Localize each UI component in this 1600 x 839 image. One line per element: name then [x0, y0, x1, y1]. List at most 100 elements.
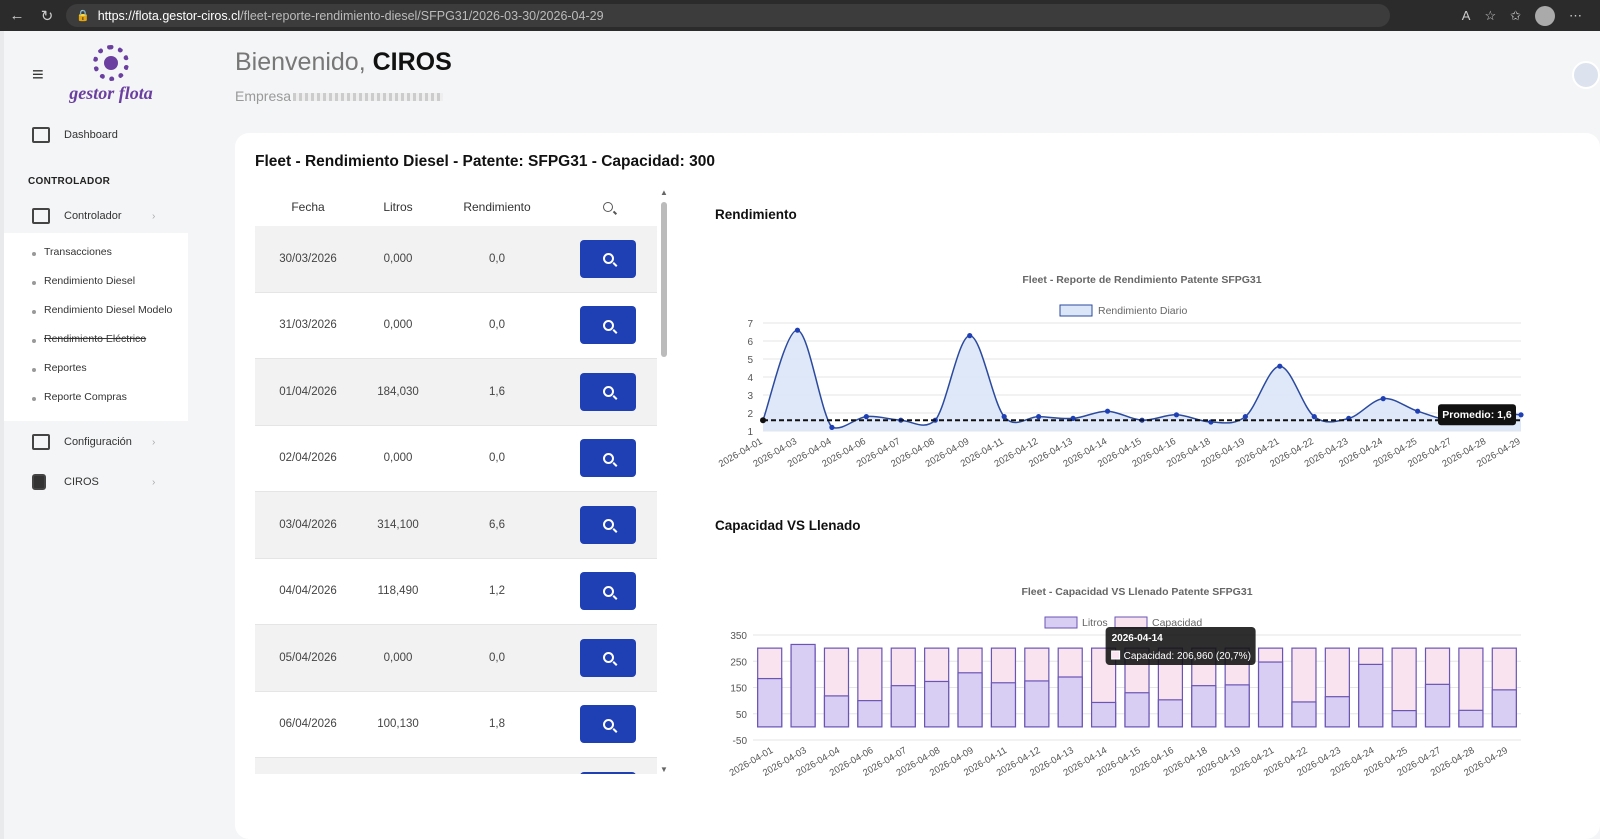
y-tick-label: 5	[747, 355, 753, 366]
submenu-rendimiento-diesel[interactable]: Rendimiento Diesel	[31, 275, 135, 287]
row-search-button[interactable]	[580, 572, 636, 611]
sidebar-item-ciros[interactable]: CIROS ›	[32, 474, 155, 490]
bar-litros	[1391, 710, 1417, 728]
bar-litros	[823, 695, 850, 728]
data-point	[967, 333, 973, 339]
cell-fecha: 01/04/2026	[279, 385, 337, 398]
row-search-button[interactable]	[580, 439, 636, 478]
col-header-litros[interactable]: Litros	[361, 200, 435, 214]
table-scrollbar[interactable]: ▲ ▼	[659, 188, 669, 774]
bar-litros	[1257, 661, 1284, 728]
table-body: 30/03/2026 0,000 0,0 31/03/2026 0,000 0,0 01/0…	[255, 226, 657, 774]
row-search-button[interactable]	[580, 638, 636, 677]
cell-rendimiento: 6,6	[489, 518, 505, 531]
tooltip-swatch	[1111, 650, 1121, 660]
profile-icon[interactable]	[1535, 5, 1555, 26]
scroll-up-icon[interactable]: ▲	[660, 188, 668, 197]
search-icon	[603, 202, 613, 212]
row-search-button[interactable]	[580, 239, 636, 278]
user-avatar[interactable]	[1572, 61, 1600, 89]
cell-rendimiento: 0,0	[489, 452, 505, 465]
cell-litros: 118,490	[377, 585, 419, 598]
more-icon[interactable]: ⋯	[1569, 8, 1582, 24]
cell-litros: 100,130	[377, 718, 419, 731]
sidebar-item-controlador[interactable]: Controlador ›	[32, 208, 155, 224]
hamburger-menu-icon[interactable]: ≡	[32, 64, 44, 87]
scroll-thumb[interactable]	[661, 202, 667, 357]
bar-litros	[1024, 680, 1050, 728]
read-aloud-icon[interactable]: A	[1462, 8, 1471, 23]
submenu-reporte-compras[interactable]: Reporte Compras	[32, 391, 127, 403]
row-search-button[interactable]	[580, 705, 636, 744]
capacidad-section-title: Capacidad VS Llenado	[715, 518, 861, 533]
table-row: 30/03/2026 0,000 0,0	[255, 226, 657, 293]
row-search-button[interactable]	[580, 505, 636, 544]
back-icon[interactable]: ←	[2, 7, 32, 24]
table-header: Fecha Litros Rendimiento	[255, 188, 657, 226]
rendimiento-chart[interactable]: Fleet - Reporte de Rendimiento Patente S…	[715, 263, 1545, 478]
table-row: 01/04/2026 184,030 1,6	[255, 359, 657, 426]
sidebar-item-dashboard[interactable]: Dashboard	[32, 127, 118, 143]
cell-rendimiento: 1,2	[489, 585, 505, 598]
chart-title: Fleet - Capacidad VS Llenado Patente SFP…	[1021, 586, 1252, 598]
bar-litros	[924, 680, 950, 728]
row-search-button[interactable]	[580, 771, 636, 774]
chevron-right-icon: ›	[152, 210, 156, 222]
sidebar-item-label: CIROS	[64, 476, 99, 488]
average-marker	[760, 417, 766, 424]
search-icon	[602, 652, 614, 664]
bar-litros	[1491, 689, 1517, 728]
row-search-button[interactable]	[580, 306, 636, 345]
data-point	[1518, 412, 1524, 418]
table-row: 06/04/2026 100,130 1,8	[255, 692, 657, 758]
logo[interactable]: gestor flota	[66, 45, 156, 104]
url-path: /fleet-reporte-rendimiento-diesel/SFPG31…	[240, 8, 604, 23]
search-icon	[602, 319, 614, 331]
table-row: 31/03/2026 0,000 0,0	[255, 293, 657, 359]
sidebar-item-configuracion[interactable]: Configuración ›	[32, 434, 155, 450]
cell-fecha: 04/04/2026	[279, 585, 337, 598]
sidebar-section-title: CONTROLADOR	[28, 176, 111, 187]
cell-action	[559, 439, 657, 478]
table-row	[255, 758, 657, 774]
search-icon	[602, 253, 614, 265]
cell-rendimiento: 1,6	[489, 385, 505, 398]
data-point	[1242, 414, 1248, 420]
submenu-reportes[interactable]: Reportes	[32, 362, 87, 374]
bar-litros	[1090, 701, 1117, 728]
address-bar[interactable]: 🔒 https://flota.gestor-ciros.cl/fleet-re…	[66, 4, 1390, 27]
search-icon	[602, 519, 614, 531]
col-header-rendimiento[interactable]: Rendimiento	[435, 200, 559, 214]
col-header-fecha[interactable]: Fecha	[255, 200, 361, 214]
scroll-down-icon[interactable]: ▼	[660, 765, 668, 774]
bar-litros	[790, 643, 816, 728]
y-tick-label: 3	[747, 391, 753, 402]
controlador-icon	[32, 208, 50, 224]
capacidad-chart[interactable]: Fleet - Capacidad VS Llenado Patente SFP…	[715, 575, 1545, 800]
submenu-rendimiento-diesel-modelo[interactable]: Rendimiento Diesel Modelo	[31, 304, 172, 316]
submenu-rendimiento-electrico[interactable]: Rendimiento Eléctrico	[31, 333, 146, 345]
cell-action	[559, 239, 657, 278]
bar-litros	[1358, 663, 1384, 728]
y-tick-label: 6	[747, 337, 753, 348]
table-row: 04/04/2026 118,490 1,2	[255, 559, 657, 625]
submenu-transacciones[interactable]: Transacciones	[32, 246, 112, 258]
favorite-star-icon[interactable]: ☆	[1484, 8, 1496, 24]
lock-icon: 🔒	[76, 10, 90, 22]
bar-litros	[1191, 685, 1217, 728]
gear-logo-icon	[93, 45, 129, 81]
browser-toolbar: ← ↻ 🔒 https://flota.gestor-ciros.cl/flee…	[0, 0, 1600, 31]
data-point	[863, 414, 869, 420]
cell-fecha: 02/04/2026	[279, 452, 337, 465]
row-search-button[interactable]	[580, 372, 636, 411]
bar-litros	[990, 682, 1017, 728]
y-tick-label: -50	[733, 736, 748, 747]
reload-icon[interactable]: ↻	[32, 7, 62, 25]
cell-litros: 0,000	[383, 319, 413, 332]
search-icon	[602, 585, 614, 597]
page-title: Bienvenido, CIROS	[235, 48, 452, 77]
data-point	[829, 424, 835, 430]
blurred-company-name	[293, 93, 444, 102]
favorites-icon[interactable]: ✩	[1510, 8, 1521, 24]
lock-icon	[32, 474, 46, 490]
